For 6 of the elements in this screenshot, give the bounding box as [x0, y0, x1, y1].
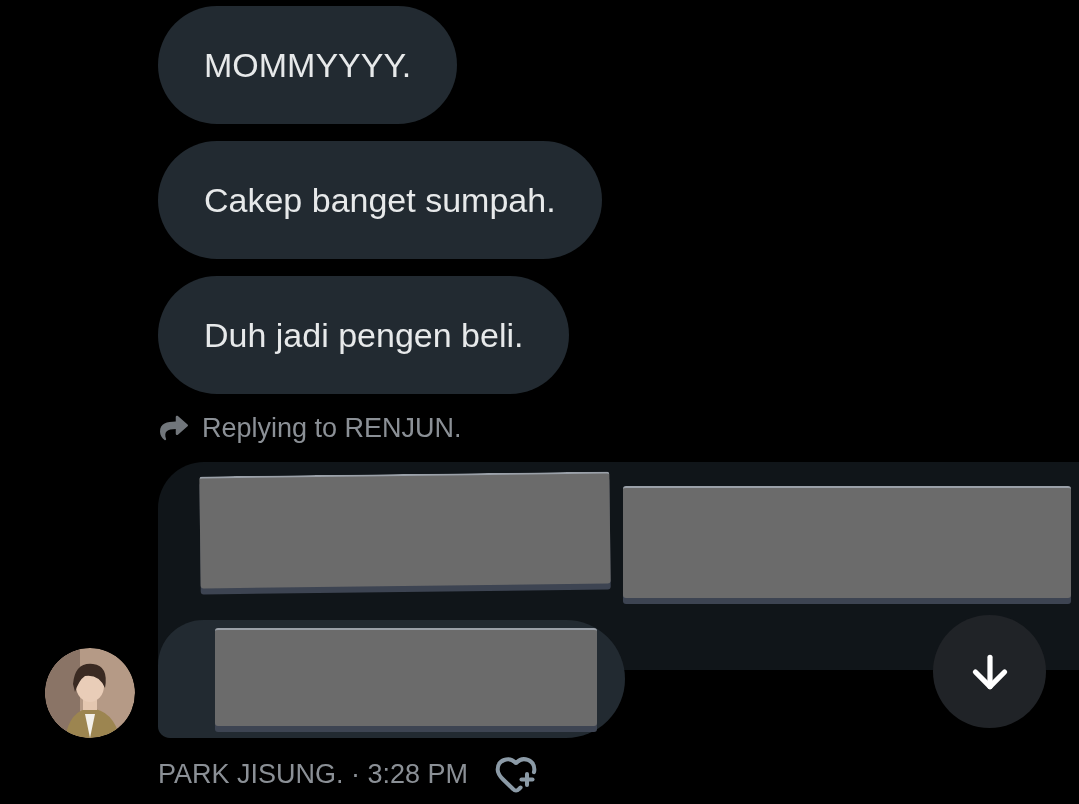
message-bubble: Duh jadi pengen beli. — [158, 276, 570, 394]
message-bubble: Cakep banget sumpah. — [158, 141, 602, 259]
sender-and-time: PARK JISUNG. · 3:28 PM — [158, 757, 469, 791]
reply-icon — [158, 414, 190, 442]
message-bubble: MOMMYYYY. — [158, 6, 458, 124]
replying-to-label: Replying to RENJUN. — [202, 411, 462, 445]
